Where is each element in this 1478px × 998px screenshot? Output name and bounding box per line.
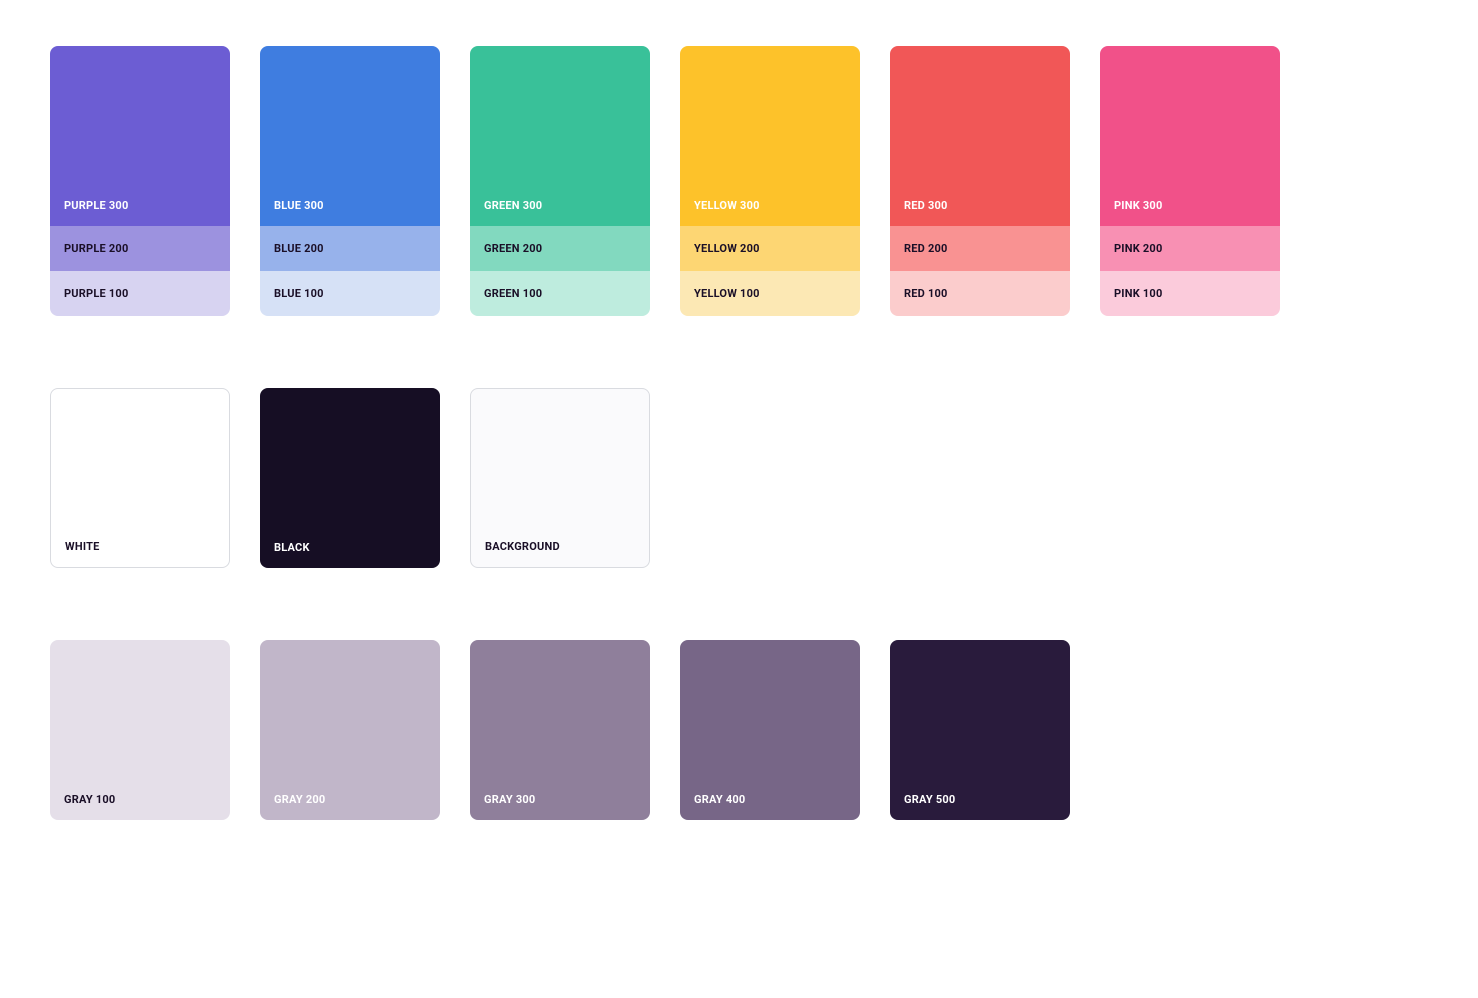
swatch-label: GREEN 300: [484, 199, 542, 212]
swatch-blue: BLUE 300 BLUE 200 BLUE 100: [260, 46, 440, 316]
swatch-gray-500: GRAY 500: [890, 640, 1070, 820]
swatch-yellow-shade: YELLOW 100: [680, 271, 860, 316]
swatch-label: RED 100: [904, 287, 948, 300]
swatch-yellow: YELLOW 300 YELLOW 200 YELLOW 100: [680, 46, 860, 316]
swatch-label: PURPLE 100: [64, 287, 128, 300]
color-palette-gray: GRAY 100 GRAY 200 GRAY 300 GRAY 400 GRAY 500: [50, 640, 1428, 820]
swatch-label: GREEN 200: [484, 242, 542, 255]
swatch-purple: PURPLE 300 PURPLE 200 PURPLE 100: [50, 46, 230, 316]
swatch-pink-shade: PINK 100: [1100, 271, 1280, 316]
swatch-blue-shade: BLUE 100: [260, 271, 440, 316]
swatch-red-shade: RED 100: [890, 271, 1070, 316]
color-palette-neutral: WHITE BLACK BACKGROUND: [50, 388, 1428, 568]
swatch-label: YELLOW 300: [694, 199, 760, 212]
swatch-label: PINK 300: [1114, 199, 1163, 212]
swatch-label: YELLOW 100: [694, 287, 760, 300]
swatch-label: GRAY 500: [904, 793, 955, 806]
swatch-label: RED 300: [904, 199, 948, 212]
swatch-gray-300: GRAY 300: [470, 640, 650, 820]
swatch-label: GRAY 400: [694, 793, 745, 806]
swatch-label: GREEN 100: [484, 287, 542, 300]
swatch-label: BLACK: [274, 541, 310, 554]
swatch-label: WHITE: [65, 540, 100, 553]
swatch-label: BACKGROUND: [485, 540, 560, 553]
swatch-label: GRAY 100: [64, 793, 115, 806]
swatch-yellow-shade: YELLOW 200: [680, 226, 860, 271]
swatch-gray-400: GRAY 400: [680, 640, 860, 820]
swatch-green-shade: GREEN 200: [470, 226, 650, 271]
swatch-yellow-shade: YELLOW 300: [680, 46, 860, 226]
swatch-red: RED 300 RED 200 RED 100: [890, 46, 1070, 316]
swatch-background: BACKGROUND: [470, 388, 650, 568]
swatch-label: PINK 100: [1114, 287, 1163, 300]
swatch-purple-shade: PURPLE 100: [50, 271, 230, 316]
swatch-green-shade: GREEN 100: [470, 271, 650, 316]
swatch-black: BLACK: [260, 388, 440, 568]
swatch-pink-shade: PINK 300: [1100, 46, 1280, 226]
swatch-purple-shade: PURPLE 200: [50, 226, 230, 271]
swatch-purple-shade: PURPLE 300: [50, 46, 230, 226]
swatch-blue-shade: BLUE 300: [260, 46, 440, 226]
swatch-gray-100: GRAY 100: [50, 640, 230, 820]
swatch-label: YELLOW 200: [694, 242, 760, 255]
swatch-label: BLUE 100: [274, 287, 324, 300]
swatch-green-shade: GREEN 300: [470, 46, 650, 226]
swatch-blue-shade: BLUE 200: [260, 226, 440, 271]
swatch-label: BLUE 200: [274, 242, 324, 255]
swatch-label: BLUE 300: [274, 199, 324, 212]
swatch-label: PINK 200: [1114, 242, 1163, 255]
color-palette-main: PURPLE 300PURPLE 200PURPLE 100BLUE 300BL…: [50, 46, 1428, 316]
swatch-green: GREEN 300 GREEN 200 GREEN 100: [470, 46, 650, 316]
swatch-pink-shade: PINK 200: [1100, 226, 1280, 271]
swatch-label: PURPLE 200: [64, 242, 128, 255]
swatch-red-shade: RED 200: [890, 226, 1070, 271]
swatch-pink: PINK 300 PINK 200 PINK 100: [1100, 46, 1280, 316]
swatch-label: RED 200: [904, 242, 948, 255]
swatch-red-shade: RED 300: [890, 46, 1070, 226]
swatch-label: GRAY 200: [274, 793, 325, 806]
swatch-gray-200: GRAY 200: [260, 640, 440, 820]
swatch-label: GRAY 300: [484, 793, 535, 806]
swatch-label: PURPLE 300: [64, 199, 128, 212]
swatch-white: WHITE: [50, 388, 230, 568]
